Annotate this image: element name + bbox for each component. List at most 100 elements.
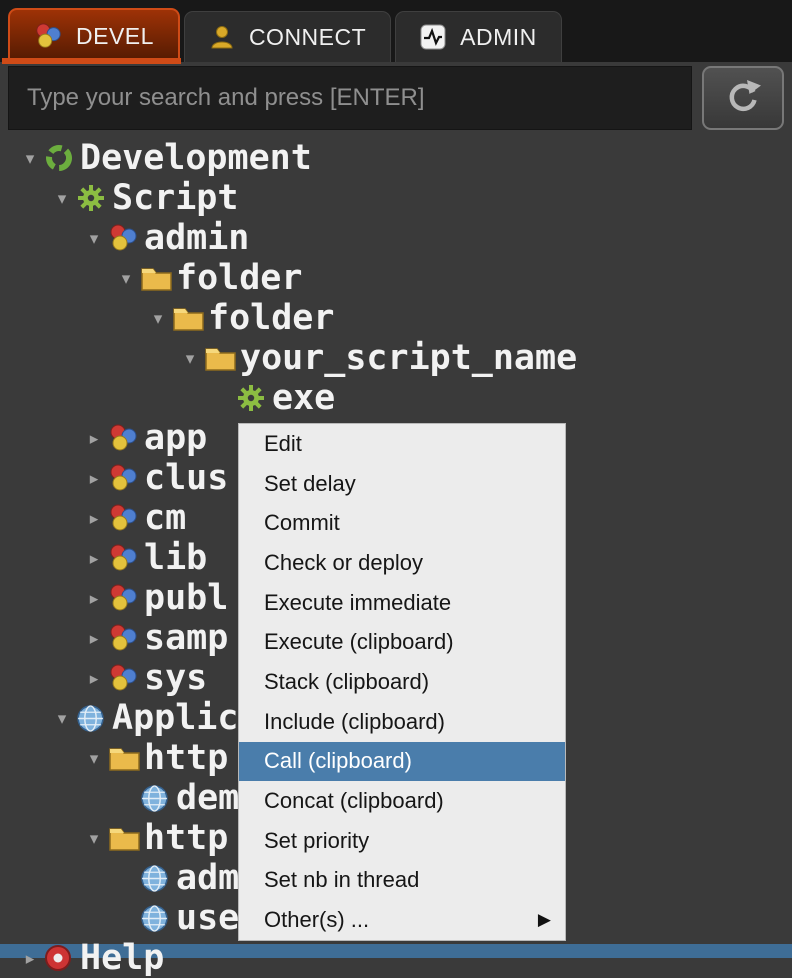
tree-item-label: clus [144, 461, 228, 496]
expander-closed-icon[interactable]: ▸ [16, 950, 44, 967]
tree-item-label: folder [208, 301, 334, 336]
tree-item-label: your_script_name [240, 341, 577, 376]
tree-item-label: Script [112, 181, 238, 216]
expander-closed-icon[interactable]: ▸ [80, 670, 108, 687]
expander-open-icon[interactable]: ▾ [176, 350, 204, 367]
tree-item-label: Development [80, 141, 312, 176]
tree-row[interactable]: exe [208, 378, 792, 418]
menu-item-set-nb-in-thread[interactable]: Set nb in thread [239, 861, 565, 901]
menu-item-execute-clipboard[interactable]: Execute (clipboard) [239, 622, 565, 662]
menu-item-set-priority[interactable]: Set priority [239, 821, 565, 861]
menu-item-execute-immediate[interactable]: Execute immediate [239, 583, 565, 623]
tab-connect-label: CONNECT [249, 24, 366, 51]
menu-item-label: Edit [264, 431, 302, 457]
expander-open-icon[interactable]: ▾ [80, 750, 108, 767]
tree-row[interactable]: ▸ Help [16, 938, 792, 978]
balls-icon [108, 503, 144, 533]
tree-row[interactable]: ▾ folder [144, 298, 792, 338]
search-bar [8, 66, 784, 130]
tab-devel[interactable]: DEVEL [8, 8, 180, 62]
balls-icon [108, 423, 144, 453]
recycle-icon [44, 143, 80, 173]
tab-devel-label: DEVEL [76, 23, 154, 50]
balls-icon [108, 623, 144, 653]
tree-item-label: cm [144, 501, 186, 536]
menu-item-label: Stack (clipboard) [264, 669, 429, 695]
menu-item-include-clipboard[interactable]: Include (clipboard) [239, 702, 565, 742]
tree-item-label: lib [144, 541, 207, 576]
tree-item-label: folder [176, 261, 302, 296]
tree-row[interactable]: ▾ Script [48, 178, 792, 218]
folder-icon [108, 824, 144, 852]
menu-item-set-delay[interactable]: Set delay [239, 464, 565, 504]
context-menu: Edit Set delay Commit Check or deploy Execut… [238, 423, 566, 941]
tree-item-label: Help [80, 941, 164, 976]
expander-open-icon[interactable]: ▾ [48, 710, 76, 727]
tree-item-label: use [176, 901, 239, 936]
menu-item-label: Set delay [264, 471, 356, 497]
menu-item-label: Set priority [264, 828, 369, 854]
menu-item-call-clipboard[interactable]: Call (clipboard) [239, 742, 565, 782]
expander-closed-icon[interactable]: ▸ [80, 470, 108, 487]
menu-item-concat-clipboard[interactable]: Concat (clipboard) [239, 781, 565, 821]
expander-open-icon[interactable]: ▾ [80, 230, 108, 247]
tree-item-label: publ [144, 581, 228, 616]
menu-item-edit[interactable]: Edit [239, 424, 565, 464]
tree-item-label: adm [176, 861, 239, 896]
tree-row[interactable]: ▾ your_script_name [176, 338, 792, 378]
menu-item-label: Call (clipboard) [264, 748, 412, 774]
tab-admin-label: ADMIN [460, 24, 537, 51]
tree-item-label: samp [144, 621, 228, 656]
tree-item-label: http [144, 821, 228, 856]
expander-open-icon[interactable]: ▾ [144, 310, 172, 327]
tree-item-label: app [144, 421, 207, 456]
expander-open-icon[interactable]: ▾ [80, 830, 108, 847]
menu-item-label: Other(s) ... [264, 907, 369, 933]
expander-open-icon[interactable]: ▾ [112, 270, 140, 287]
expander-closed-icon[interactable]: ▸ [80, 590, 108, 607]
search-input[interactable] [8, 66, 692, 130]
menu-item-label: Execute immediate [264, 590, 451, 616]
tree-row[interactable]: ▾ folder [112, 258, 792, 298]
folder-icon [172, 304, 208, 332]
tree-item-label: sys [144, 661, 207, 696]
refresh-icon [724, 77, 762, 120]
folder-icon [204, 344, 240, 372]
gear-icon [236, 383, 272, 413]
gear-icon [76, 183, 112, 213]
balls-icon [108, 223, 144, 253]
globe-icon [140, 864, 176, 893]
menu-item-label: Include (clipboard) [264, 709, 445, 735]
menu-item-label: Check or deploy [264, 550, 423, 576]
expander-open-icon[interactable]: ▾ [16, 150, 44, 167]
pulse-icon [420, 24, 446, 50]
menu-item-label: Set nb in thread [264, 867, 419, 893]
refresh-button[interactable] [702, 66, 784, 130]
expander-closed-icon[interactable]: ▸ [80, 430, 108, 447]
tree-item-label: admin [144, 221, 249, 256]
menu-item-commit[interactable]: Commit [239, 503, 565, 543]
tab-connect[interactable]: CONNECT [184, 11, 391, 62]
menu-item-label: Execute (clipboard) [264, 629, 454, 655]
expander-open-icon[interactable]: ▾ [48, 190, 76, 207]
tree-item-label: exe [272, 381, 335, 416]
expander-closed-icon[interactable]: ▸ [80, 550, 108, 567]
menu-item-stack-clipboard[interactable]: Stack (clipboard) [239, 662, 565, 702]
person-icon [209, 24, 235, 50]
tree-item-label: http [144, 741, 228, 776]
balls-icon [108, 663, 144, 693]
menu-item-label: Concat (clipboard) [264, 788, 444, 814]
menu-item-other-s[interactable]: Other(s) ...▶ [239, 900, 565, 940]
globe-icon [76, 704, 112, 733]
tree-item-label: dem [176, 781, 239, 816]
menu-item-label: Commit [264, 510, 340, 536]
menu-item-check-or-deploy[interactable]: Check or deploy [239, 543, 565, 583]
folder-icon [140, 264, 176, 292]
globe-icon [140, 784, 176, 813]
expander-closed-icon[interactable]: ▸ [80, 630, 108, 647]
folder-icon [108, 744, 144, 772]
tree-row[interactable]: ▾ Development [16, 138, 792, 178]
tab-admin[interactable]: ADMIN [395, 11, 562, 62]
tree-row[interactable]: ▾ admin [80, 218, 792, 258]
expander-closed-icon[interactable]: ▸ [80, 510, 108, 527]
